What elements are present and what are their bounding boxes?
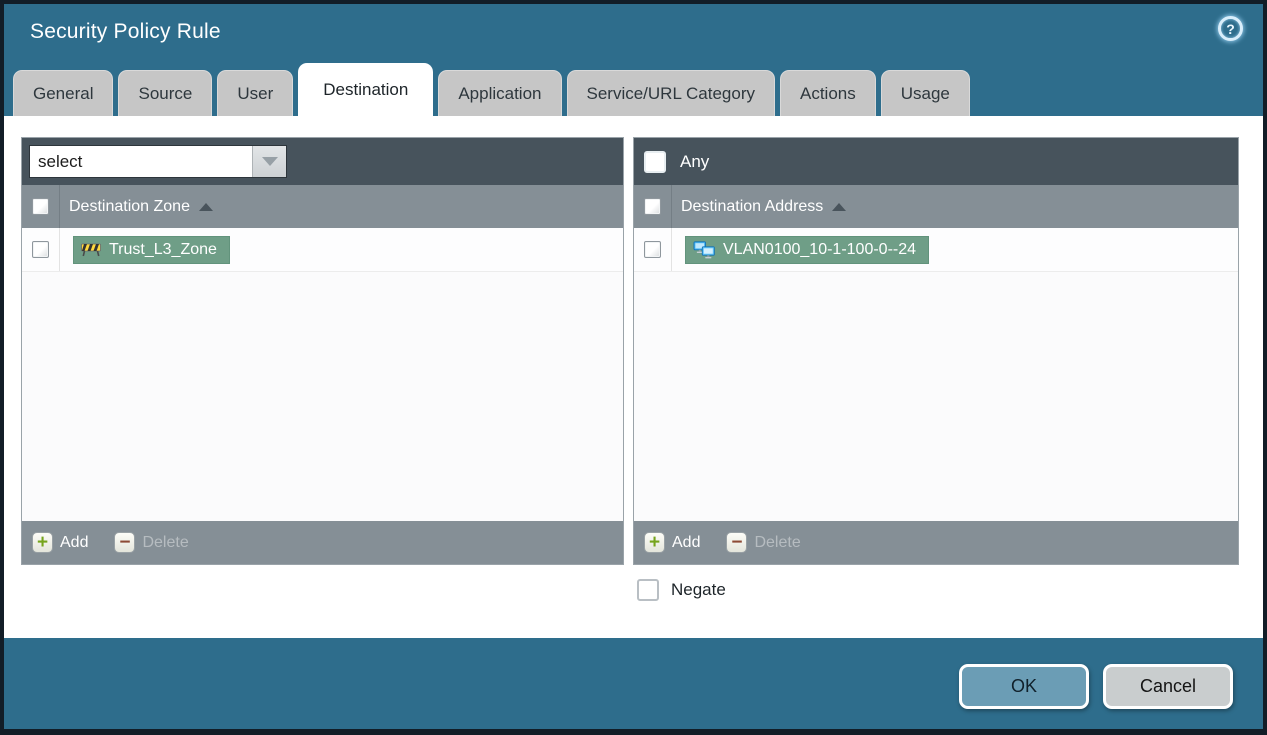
address-row-checkbox[interactable] (644, 241, 661, 258)
delete-button[interactable]: − Delete (726, 532, 801, 553)
address-chip-label: VLAN0100_10-1-100-0--24 (723, 240, 917, 258)
address-grid-footer: + Add − Delete (634, 521, 1238, 564)
address-grid-header: Destination Address (634, 185, 1238, 228)
help-icon-glyph: ? (1226, 20, 1235, 37)
address-icon (693, 240, 715, 258)
any-label: Any (680, 151, 710, 171)
delete-button[interactable]: − Delete (114, 532, 189, 553)
zone-grid-header: Destination Zone (22, 185, 623, 228)
security-policy-rule-dialog: Security Policy Rule ? General Source Us… (0, 0, 1267, 735)
table-row[interactable]: VLAN0100_10-1-100-0--24 (634, 228, 1238, 272)
select-all-zones-checkbox[interactable] (32, 198, 49, 215)
zone-select-input[interactable] (30, 146, 252, 177)
minus-icon: − (114, 532, 136, 553)
destination-zone-panel: Destination Zone (21, 137, 624, 565)
dialog-titlebar: Security Policy Rule ? (4, 4, 1263, 60)
tab-general[interactable]: General (13, 70, 114, 116)
tab-source[interactable]: Source (118, 70, 213, 116)
zone-chip-label: Trust_L3_Zone (109, 240, 217, 258)
sort-asc-icon (832, 202, 847, 211)
tab-user[interactable]: User (217, 70, 294, 116)
tab-service-url-category[interactable]: Service/URL Category (566, 70, 775, 116)
panels-row: Destination Zone (21, 137, 1247, 565)
tab-actions[interactable]: Actions (780, 70, 876, 116)
zone-panel-toolbar (22, 138, 623, 185)
address-panel-toolbar: Any (634, 138, 1238, 185)
zone-icon (81, 243, 101, 257)
destination-address-panel: Any Destination Address VLAN0100_10-1-10… (633, 137, 1239, 565)
page-title: Security Policy Rule (30, 20, 221, 43)
minus-icon: − (726, 532, 748, 553)
help-icon[interactable]: ? (1218, 16, 1243, 41)
plus-icon: + (32, 532, 53, 553)
tab-destination[interactable]: Destination (298, 63, 434, 116)
destination-tab-content: Destination Zone (4, 116, 1263, 638)
zone-grid-body: Trust_L3_Zone (22, 228, 623, 521)
address-grid-body: VLAN0100_10-1-100-0--24 (634, 228, 1238, 521)
tab-application[interactable]: Application (438, 70, 562, 116)
dialog-footer: OK Cancel (4, 638, 1263, 729)
address-column-header[interactable]: Destination Address (672, 198, 847, 216)
zone-grid-footer: + Add − Delete (22, 521, 623, 564)
table-row[interactable]: Trust_L3_Zone (22, 228, 623, 272)
tab-bar: General Source User Destination Applicat… (4, 60, 1263, 116)
zone-chip[interactable]: Trust_L3_Zone (73, 235, 230, 264)
sort-asc-icon (198, 202, 213, 211)
chevron-down-icon[interactable] (252, 146, 286, 177)
any-checkbox[interactable] (644, 150, 666, 173)
zone-select[interactable] (29, 145, 287, 178)
add-button[interactable]: + Add (644, 532, 700, 553)
address-chip[interactable]: VLAN0100_10-1-100-0--24 (685, 235, 930, 264)
select-all-addresses-checkbox[interactable] (644, 198, 661, 215)
zone-row-checkbox[interactable] (32, 241, 49, 258)
ok-button[interactable]: OK (959, 664, 1089, 709)
negate-row: Negate (637, 579, 1247, 601)
plus-icon: + (644, 532, 665, 553)
negate-label: Negate (671, 580, 726, 599)
zone-column-header[interactable]: Destination Zone (60, 198, 213, 216)
add-button[interactable]: + Add (32, 532, 88, 553)
cancel-button[interactable]: Cancel (1103, 664, 1233, 709)
tab-usage[interactable]: Usage (880, 70, 970, 116)
negate-checkbox[interactable] (637, 579, 659, 601)
